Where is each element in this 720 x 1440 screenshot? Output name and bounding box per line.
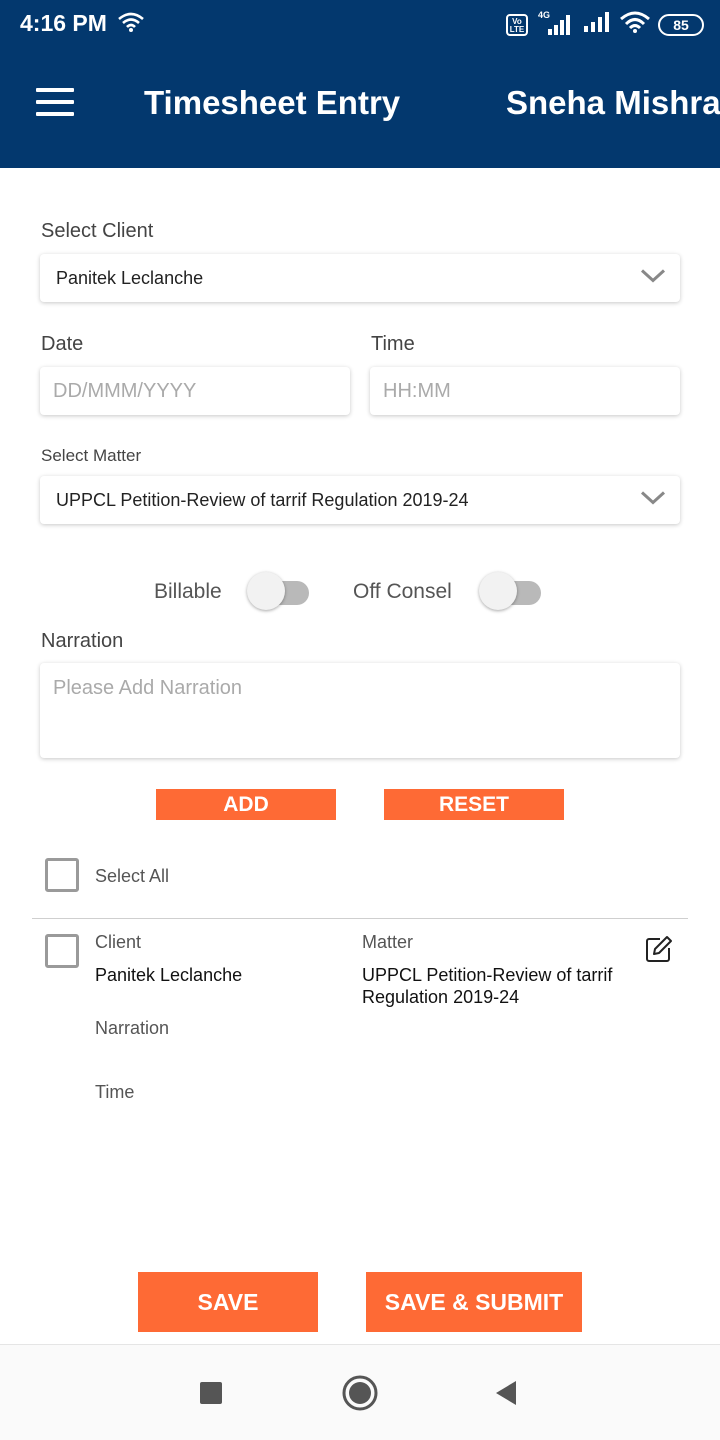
off-consel-label: Off Consel bbox=[353, 580, 452, 603]
add-button[interactable]: ADD bbox=[156, 789, 336, 820]
entry-checkbox[interactable] bbox=[45, 934, 79, 968]
save-button[interactable]: SAVE bbox=[138, 1272, 318, 1332]
app-header: 4:16 PM Vo LTE 4G 85 Timesheet Entry Sne… bbox=[0, 0, 720, 168]
user-name: Sneha Mishra bbox=[506, 84, 720, 121]
edit-icon[interactable] bbox=[644, 934, 674, 969]
narration-textarea[interactable]: Please Add Narration bbox=[40, 663, 680, 758]
narration-placeholder: Please Add Narration bbox=[53, 677, 243, 699]
select-matter-label: Select Matter bbox=[41, 446, 142, 465]
time-label: Time bbox=[371, 333, 415, 355]
chevron-down-icon bbox=[640, 268, 666, 289]
signal-4g-icon: 4G bbox=[536, 10, 574, 37]
select-all-checkbox[interactable] bbox=[45, 858, 79, 892]
status-time: 4:16 PM bbox=[20, 10, 107, 36]
date-placeholder: DD/MMM/YYYY bbox=[53, 379, 197, 402]
hamburger-menu-icon[interactable] bbox=[36, 88, 76, 118]
page-title: Timesheet Entry bbox=[144, 84, 401, 121]
date-field[interactable]: DD/MMM/YYYY bbox=[40, 367, 350, 415]
reset-button[interactable]: RESET bbox=[384, 789, 564, 820]
off-consel-toggle[interactable] bbox=[477, 570, 543, 610]
client-dropdown-value: Panitek Leclanche bbox=[56, 267, 204, 288]
divider bbox=[32, 918, 688, 919]
recent-apps-icon[interactable] bbox=[199, 1381, 223, 1410]
billable-toggle[interactable] bbox=[245, 570, 311, 610]
status-icons: Vo LTE 4G 85 bbox=[506, 10, 704, 39]
home-icon[interactable] bbox=[341, 1374, 379, 1417]
wifi-icon bbox=[620, 11, 650, 38]
battery-indicator: 85 bbox=[658, 13, 704, 36]
volte-badge: Vo LTE bbox=[506, 13, 528, 36]
entry-client-value: Panitek Leclanche bbox=[95, 965, 243, 985]
save-submit-button[interactable]: SAVE & SUBMIT bbox=[366, 1272, 582, 1332]
entry-matter-value: UPPCL Petition-Review of tarrif Regulati… bbox=[362, 965, 613, 1007]
entry-time-label: Time bbox=[95, 1082, 135, 1102]
signal-icon bbox=[582, 10, 612, 39]
entry-narration-label: Narration bbox=[95, 1018, 170, 1038]
wifi-icon bbox=[118, 12, 144, 37]
select-client-label: Select Client bbox=[41, 220, 154, 242]
entry-client-label: Client bbox=[95, 932, 142, 952]
matter-dropdown[interactable]: UPPCL Petition-Review of tarrif Regulati… bbox=[40, 476, 680, 524]
billable-label: Billable bbox=[154, 580, 222, 603]
narration-label: Narration bbox=[41, 630, 124, 652]
date-label: Date bbox=[41, 333, 84, 355]
back-icon[interactable] bbox=[494, 1380, 518, 1411]
time-field[interactable]: HH:MM bbox=[370, 367, 680, 415]
matter-dropdown-value: UPPCL Petition-Review of tarrif Regulati… bbox=[56, 489, 469, 510]
client-dropdown[interactable]: Panitek Leclanche bbox=[40, 254, 680, 302]
select-all-label: Select All bbox=[95, 866, 170, 886]
chevron-down-icon bbox=[640, 490, 666, 511]
system-nav-bar bbox=[0, 1344, 720, 1440]
time-placeholder: HH:MM bbox=[383, 379, 451, 402]
entry-matter-label: Matter bbox=[362, 932, 414, 952]
